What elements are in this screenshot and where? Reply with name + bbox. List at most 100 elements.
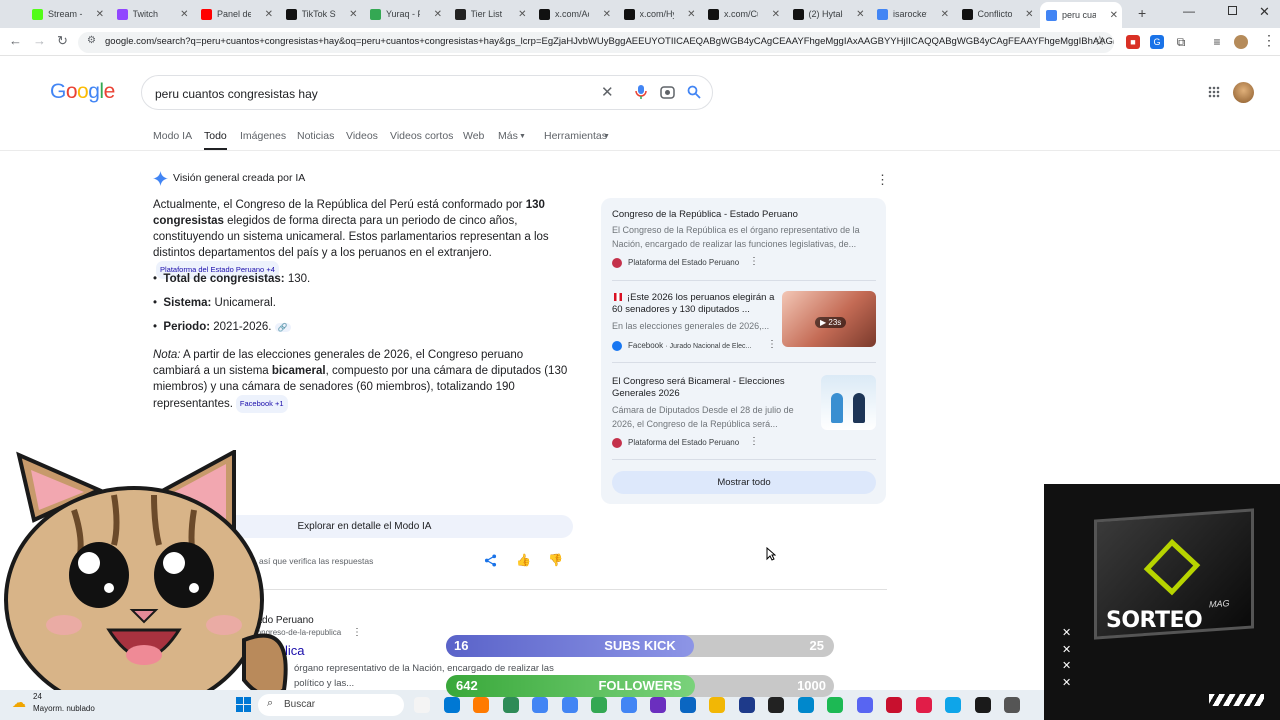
tab-videos[interactable]: Videos	[346, 130, 378, 142]
show-all-button[interactable]: Mostrar todo	[612, 471, 876, 494]
close-tab-icon[interactable]: ✕	[1025, 9, 1033, 20]
close-tab-icon[interactable]: ✕	[96, 9, 104, 20]
source-1-title[interactable]: Congreso de la República - Estado Peruan…	[612, 209, 862, 221]
browser-tab[interactable]: isarockets ✕	[871, 3, 953, 25]
apps-grid-icon[interactable]	[1208, 86, 1220, 98]
taskbar-app-icon[interactable]	[502, 697, 519, 713]
browser-tab[interactable]: TikTok Stu ✕	[280, 3, 362, 25]
taskbar-app-icon[interactable]	[679, 697, 696, 713]
google-logo[interactable]: Google	[50, 80, 115, 104]
profile-avatar-icon[interactable]	[1234, 35, 1248, 49]
tab-herramientas[interactable]: Herramientas	[544, 130, 607, 142]
extensions-puzzle-icon[interactable]: ⧉	[1174, 35, 1188, 49]
close-window-icon[interactable]: ✕	[1259, 4, 1270, 20]
browser-tab[interactable]: peru cuan ✕	[1040, 2, 1122, 28]
tab-mas[interactable]: Más	[498, 130, 518, 142]
tab-modo-ia[interactable]: Modo IA	[153, 130, 192, 142]
thumbs-up-icon[interactable]: 👍	[516, 553, 531, 567]
browser-tab[interactable]: Tier List M ✕	[449, 3, 531, 25]
taskbar-app-icon[interactable]	[797, 697, 814, 713]
close-tab-icon[interactable]: ✕	[518, 9, 526, 20]
close-tab-icon[interactable]: ✕	[772, 9, 780, 20]
browser-tab[interactable]: x.com/Aca ✕	[533, 3, 615, 25]
source-1-more-icon[interactable]: ⋮	[749, 256, 759, 267]
browser-tab[interactable]: Conflicto ✕	[956, 3, 1038, 25]
close-tab-icon[interactable]: ✕	[434, 9, 442, 20]
taskbar-app-icon[interactable]	[443, 697, 460, 713]
forward-icon[interactable]: →	[33, 33, 46, 48]
close-tab-icon[interactable]: ✕	[687, 9, 695, 20]
taskbar-app-icon[interactable]	[709, 697, 725, 713]
browser-tab[interactable]: Panel del c ✕	[195, 3, 277, 25]
taskbar-app-icon[interactable]	[1004, 697, 1020, 713]
taskbar-app-icon[interactable]	[945, 697, 961, 713]
browser-tab[interactable]: x.com/Cur ✕	[702, 3, 784, 25]
tab-noticias[interactable]: Noticias	[297, 130, 334, 142]
close-tab-icon[interactable]: ✕	[349, 9, 357, 20]
back-icon[interactable]: ←	[9, 33, 22, 48]
taskbar-app-icon[interactable]	[650, 697, 666, 713]
close-tab-icon[interactable]: ✕	[265, 9, 273, 20]
reload-icon[interactable]: ↻	[57, 33, 68, 49]
taskbar-app-icon[interactable]	[620, 697, 637, 713]
thumbs-down-icon[interactable]: 👎	[548, 553, 563, 567]
taskbar-app-icon[interactable]	[473, 697, 489, 713]
browser-tab[interactable]: Stream - K ✕	[26, 3, 108, 25]
bicameral-thumbnail[interactable]	[821, 375, 876, 430]
source-2-more-icon[interactable]: ⋮	[767, 339, 777, 350]
search-input[interactable]: peru cuantos congresistas hay	[141, 75, 713, 110]
extension-red-icon[interactable]: ■	[1126, 35, 1140, 49]
browser-menu-icon[interactable]: ⋮	[1262, 32, 1276, 49]
clear-search-icon[interactable]: ✕	[601, 83, 614, 101]
source-3-more-icon[interactable]: ⋮	[749, 436, 759, 447]
tab-web[interactable]: Web	[463, 130, 484, 142]
close-overlay-icon[interactable]: ✕	[1062, 643, 1071, 656]
source-3-title[interactable]: El Congreso será Bicameral - Elecciones …	[612, 376, 808, 400]
translate-icon[interactable]: G	[1150, 35, 1164, 49]
tab-videos-cortos[interactable]: Videos cortos	[390, 130, 453, 142]
browser-tab[interactable]: x.com/Hyt ✕	[618, 3, 700, 25]
taskbar-app-icon[interactable]	[915, 697, 932, 713]
close-overlay-icon[interactable]: ✕	[1062, 676, 1071, 689]
close-tab-icon[interactable]: ✕	[180, 9, 188, 20]
close-tab-icon[interactable]: ✕	[1110, 10, 1118, 21]
browser-tab[interactable]: Yuraq - Pl ✕	[364, 3, 446, 25]
minimize-icon[interactable]: —	[1183, 4, 1195, 18]
taskbar-app-icon[interactable]	[827, 697, 843, 713]
new-tab-button[interactable]: +	[1138, 5, 1146, 21]
link-icon[interactable]: 🔗	[274, 323, 291, 332]
close-overlay-icon[interactable]: ✕	[1062, 659, 1071, 672]
taskbar-app-icon[interactable]	[974, 697, 991, 713]
search-icon[interactable]	[687, 85, 701, 99]
taskbar-app-icon[interactable]	[856, 697, 873, 713]
taskbar-app-icon[interactable]	[414, 697, 430, 713]
lens-icon[interactable]	[660, 85, 675, 100]
tab-imagenes[interactable]: Imágenes	[240, 130, 286, 142]
taskbar-app-icon[interactable]	[738, 697, 755, 713]
media-control-icon[interactable]: ≡	[1210, 35, 1224, 49]
taskbar-app-icon[interactable]	[591, 697, 607, 713]
source-2-title[interactable]: ¡Este 2026 los peruanos elegirán a 60 se…	[612, 292, 776, 316]
tab-todo[interactable]: Todo	[204, 130, 227, 150]
facebook-chip[interactable]: Facebook +1	[235, 395, 288, 413]
video-thumbnail[interactable]: ▶ 23s	[782, 291, 876, 347]
close-tab-icon[interactable]: ✕	[941, 9, 949, 20]
browser-tab[interactable]: Twitch ✕	[111, 3, 193, 25]
windows-start-icon[interactable]	[236, 697, 251, 712]
close-overlay-icon[interactable]: ✕	[1062, 626, 1071, 639]
close-tab-icon[interactable]: ✕	[603, 9, 611, 20]
result-more-icon[interactable]: ⋮	[352, 627, 362, 638]
restore-icon[interactable]	[1228, 6, 1237, 15]
bookmark-star-icon[interactable]: ☆	[1094, 33, 1106, 49]
taskbar-app-icon[interactable]	[532, 697, 548, 713]
ai-more-options-icon[interactable]: ⋮	[876, 172, 889, 188]
taskbar-app-icon[interactable]	[561, 697, 578, 713]
site-info-icon[interactable]: ⚙	[87, 35, 96, 46]
taskbar-search[interactable]: ⌕ Buscar	[258, 694, 404, 716]
mic-icon[interactable]	[634, 84, 648, 100]
share-icon[interactable]	[484, 554, 497, 567]
account-avatar[interactable]	[1233, 82, 1254, 103]
taskbar-app-icon[interactable]	[886, 697, 902, 713]
close-tab-icon[interactable]: ✕	[856, 9, 864, 20]
taskbar-app-icon[interactable]	[768, 697, 784, 713]
